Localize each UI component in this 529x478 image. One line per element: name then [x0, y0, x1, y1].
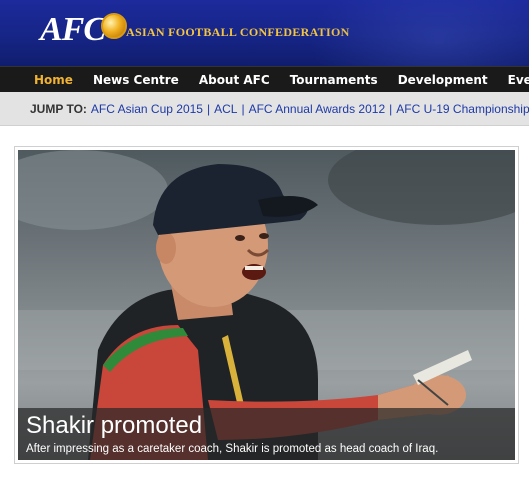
site-header: AFC ASIAN FOOTBALL CONFEDERATION: [0, 0, 529, 66]
jump-separator: |: [241, 101, 245, 116]
jump-link-acl[interactable]: ACL: [214, 102, 237, 116]
feature-subtitle: After impressing as a caretaker coach, S…: [26, 443, 439, 455]
nav-item-tournaments[interactable]: Tournaments: [280, 67, 388, 92]
feature-caption: Shakir promoted After impressing as a ca…: [18, 408, 515, 460]
featured-story[interactable]: Shakir promoted After impressing as a ca…: [14, 146, 519, 464]
logo-text: AFC: [40, 11, 106, 48]
feature-title[interactable]: Shakir promoted: [26, 412, 507, 440]
jump-to-label: JUMP TO:: [30, 101, 87, 116]
nav-item-news-centre[interactable]: News Centre: [83, 67, 189, 92]
jump-separator: |: [206, 101, 211, 116]
nav-item-about-afc[interactable]: About AFC: [189, 67, 280, 92]
jump-link-u19-championship[interactable]: AFC U-19 Championship: [396, 102, 529, 116]
org-name: ASIAN FOOTBALL CONFEDERATION: [126, 25, 350, 39]
featured-photo[interactable]: Shakir promoted After impressing as a ca…: [18, 150, 515, 460]
football-icon: [101, 13, 128, 39]
jump-to-bar: JUMP TO: AFC Asian Cup 2015 | ACL | AFC …: [0, 92, 529, 126]
jump-separator: |: [389, 101, 393, 116]
afc-logo[interactable]: AFC: [40, 11, 128, 48]
jump-link-annual-awards[interactable]: AFC Annual Awards 2012: [249, 102, 386, 116]
nav-item-development[interactable]: Development: [388, 67, 498, 92]
nav-item-home[interactable]: Home: [0, 67, 83, 92]
jump-link-asian-cup[interactable]: AFC Asian Cup 2015: [91, 102, 203, 116]
main-nav: Home News Centre About AFC Tournaments D…: [0, 66, 529, 92]
nav-item-events[interactable]: Events: [498, 67, 529, 92]
